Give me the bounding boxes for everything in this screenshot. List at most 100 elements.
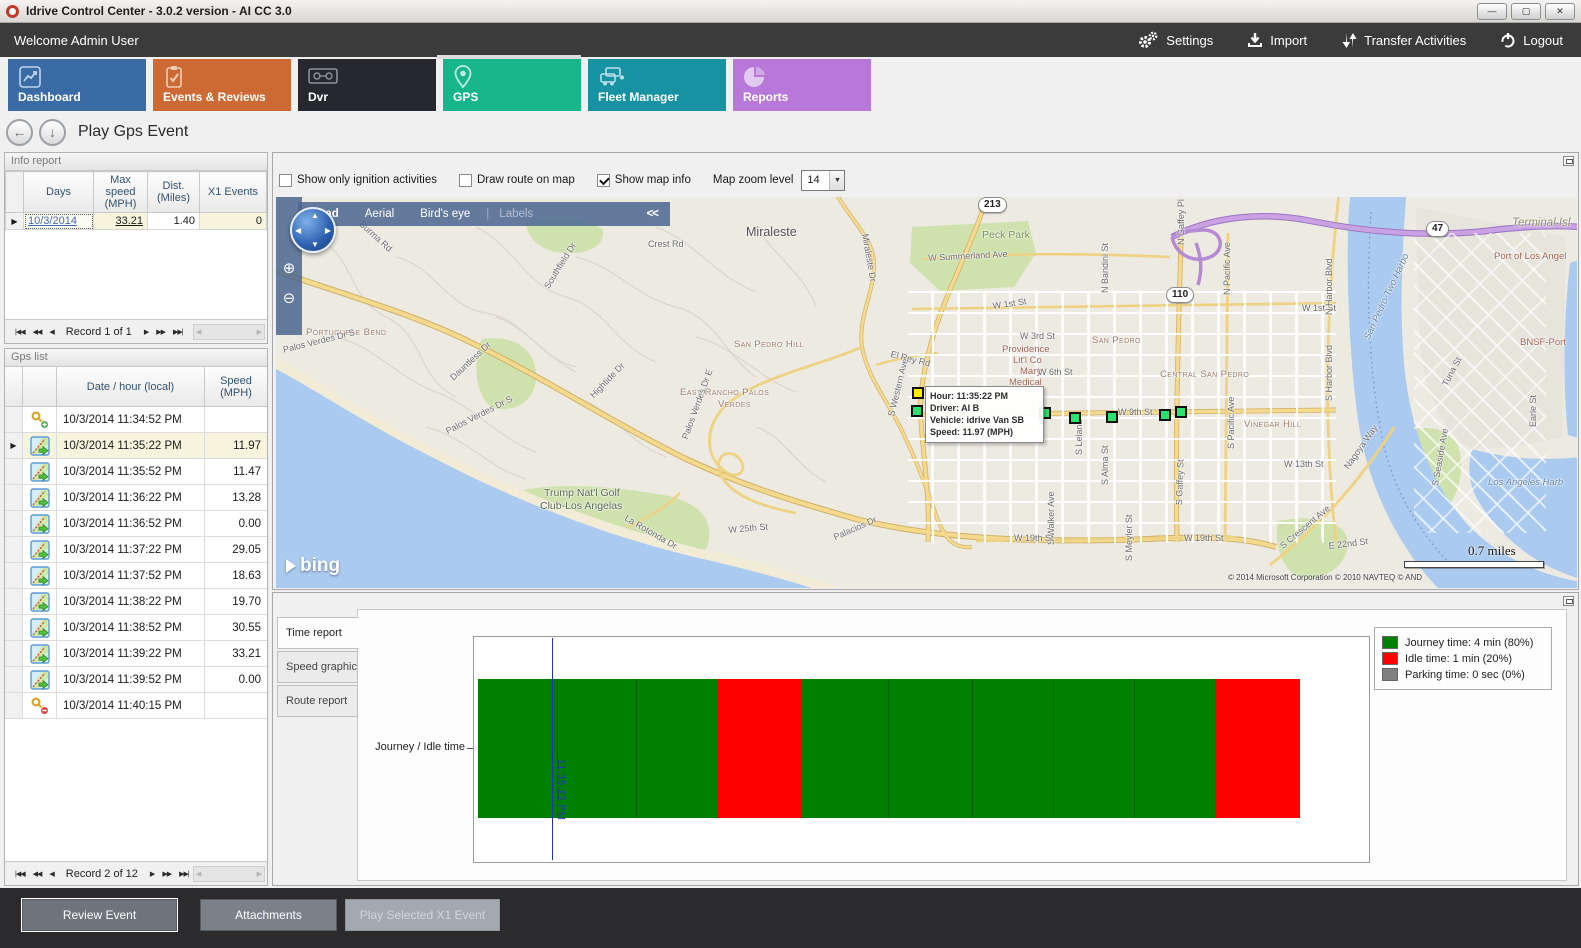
- bing-map[interactable]: Burma RdSouthfield DrCrest RdMiralesteMi…: [276, 197, 1577, 588]
- col-x1-events[interactable]: X1 Events: [200, 172, 267, 213]
- gps-date: 10/3/2014 11:39:22 PM: [57, 641, 205, 666]
- show-ignition-checkbox[interactable]: [279, 174, 292, 187]
- gps-date: 10/3/2014 11:37:52 PM: [57, 563, 205, 588]
- row-indicator: [5, 615, 23, 640]
- first-record-button[interactable]: |◀◀: [15, 870, 25, 878]
- map-style-aerial[interactable]: Aerial: [365, 208, 394, 220]
- route-start-marker[interactable]: [912, 387, 924, 399]
- logout-button[interactable]: Logout: [1500, 32, 1563, 48]
- settings-button[interactable]: Settings: [1137, 31, 1213, 49]
- back-button[interactable]: ←: [6, 119, 33, 146]
- col-days[interactable]: Days: [24, 172, 94, 213]
- down-button[interactable]: ↓: [39, 119, 66, 146]
- map-label: BNSF-Port: [1520, 337, 1566, 348]
- map-zoom-select[interactable]: 14 ▼: [801, 170, 845, 191]
- gps-list-row[interactable]: 10/3/2014 11:38:52 PM30.55: [5, 615, 267, 641]
- route-point-marker[interactable]: [911, 405, 923, 417]
- route-point-marker[interactable]: [1175, 406, 1187, 418]
- prev-page-button[interactable]: ◀◀: [33, 328, 42, 336]
- map-label: Terminal Isl: [1512, 217, 1570, 229]
- gps-point-icon: [23, 511, 57, 536]
- map-label: W 19th St: [1184, 533, 1224, 543]
- map-label: N Harbor Blvd: [1324, 258, 1334, 315]
- next-page-button[interactable]: ▶▶: [156, 328, 165, 336]
- map-label: Port of Los Angel: [1494, 251, 1566, 262]
- tab-time-report[interactable]: Time report: [277, 617, 359, 649]
- collapse-panel-button[interactable]: [1563, 596, 1574, 606]
- chart-legend: Journey time: 4 min (80%)Idle time: 1 mi…: [1374, 627, 1552, 690]
- zoom-in-button[interactable]: ⊕: [276, 259, 302, 283]
- info-report-row[interactable]: ▶ 10/3/2014 33.21 1.40 0: [6, 213, 267, 230]
- map-style-birdseye[interactable]: Bird's eye: [420, 208, 470, 220]
- zoom-out-button[interactable]: ⊖: [276, 289, 302, 313]
- gps-list-row[interactable]: 10/3/2014 11:36:52 PM0.00: [5, 511, 267, 537]
- gears-icon: [1137, 31, 1159, 49]
- map-bar-collapse-button[interactable]: <<: [647, 208, 658, 220]
- route-point-marker[interactable]: [1069, 412, 1081, 424]
- gps-list-row[interactable]: ▶10/3/2014 11:35:22 PM11.97: [5, 433, 267, 459]
- gps-list-row[interactable]: 10/3/2014 11:39:22 PM33.21: [5, 641, 267, 667]
- horizontal-scrollbar[interactable]: ◀▶: [193, 324, 265, 340]
- footer-bar: Review Event Attachments Play Selected X…: [0, 888, 1581, 948]
- collapse-panel-button[interactable]: [1563, 156, 1574, 166]
- close-button[interactable]: ✕: [1545, 3, 1575, 20]
- map-scale-bar: [1404, 561, 1544, 568]
- tab-fleet-manager[interactable]: Fleet Manager: [588, 59, 726, 111]
- prev-page-button[interactable]: ◀◀: [33, 870, 42, 878]
- minimize-button[interactable]: —: [1477, 3, 1507, 20]
- gps-list-row[interactable]: 10/3/2014 11:34:52 PM: [5, 407, 267, 433]
- gps-list-row[interactable]: 10/3/2014 11:37:52 PM18.63: [5, 563, 267, 589]
- next-record-button[interactable]: ▶: [150, 870, 154, 878]
- col-dist[interactable]: Dist. (Miles): [148, 172, 200, 213]
- draw-route-checkbox[interactable]: [459, 174, 472, 187]
- col-max-speed[interactable]: Max speed (MPH): [94, 172, 148, 213]
- gps-list-row[interactable]: 10/3/2014 11:40:15 PM: [5, 693, 267, 719]
- horizontal-scrollbar[interactable]: ◀▶: [193, 866, 265, 882]
- gps-point-icon: [23, 667, 57, 692]
- gps-list-panel: Gps list Date / hour (local) Speed (MPH)…: [4, 348, 268, 886]
- tab-speed-graphic[interactable]: Speed graphic: [277, 651, 358, 683]
- tab-dashboard[interactable]: Dashboard: [8, 59, 146, 111]
- map-style-labels[interactable]: Labels: [499, 208, 533, 220]
- next-page-button[interactable]: ▶▶: [162, 870, 171, 878]
- prev-record-button[interactable]: ◀: [49, 870, 53, 878]
- tab-gps[interactable]: GPS: [443, 59, 581, 111]
- gps-list-row[interactable]: 10/3/2014 11:35:52 PM11.47: [5, 459, 267, 485]
- bing-logo: bing: [286, 555, 340, 577]
- gps-point-icon: [23, 433, 57, 458]
- dist-value: 1.40: [148, 213, 200, 230]
- play-selected-x1-event-button[interactable]: Play Selected X1 Event: [345, 899, 500, 931]
- day-link[interactable]: 10/3/2014: [28, 215, 77, 227]
- attachments-button[interactable]: Attachments: [200, 899, 337, 931]
- gps-list-row[interactable]: 10/3/2014 11:37:22 PM29.05: [5, 537, 267, 563]
- route-point-marker[interactable]: [1159, 409, 1171, 421]
- first-record-button[interactable]: |◀◀: [15, 328, 25, 336]
- gps-point-icon: [23, 641, 57, 666]
- gps-list-row[interactable]: 10/3/2014 11:39:52 PM0.00: [5, 667, 267, 693]
- review-event-button[interactable]: Review Event: [22, 899, 177, 931]
- tab-route-report[interactable]: Route report: [277, 685, 358, 717]
- col-date-hour[interactable]: Date / hour (local): [57, 367, 205, 406]
- transfer-activities-button[interactable]: Transfer Activities: [1341, 32, 1466, 49]
- gps-list-row[interactable]: 10/3/2014 11:36:22 PM13.28: [5, 485, 267, 511]
- import-button[interactable]: Import: [1247, 32, 1307, 48]
- last-record-button[interactable]: ▶▶|: [179, 870, 189, 878]
- chart-row-label: Journey / Idle time: [333, 741, 465, 753]
- gps-list-row[interactable]: 10/3/2014 11:38:22 PM19.70: [5, 589, 267, 615]
- row-indicator: [5, 537, 23, 562]
- max-speed-value[interactable]: 33.21: [115, 215, 143, 227]
- col-speed[interactable]: Speed (MPH): [205, 367, 267, 406]
- tab-reports[interactable]: Reports: [733, 59, 871, 111]
- prev-record-button[interactable]: ◀: [49, 328, 53, 336]
- tab-events-reviews[interactable]: Events & Reviews: [153, 59, 291, 111]
- maximize-button[interactable]: ▢: [1511, 3, 1541, 20]
- map-compass-control[interactable]: ▲ ▼ ◀ ▶: [290, 207, 336, 253]
- row-indicator: [5, 407, 23, 432]
- next-record-button[interactable]: ▶: [144, 328, 148, 336]
- tab-dvr[interactable]: Dvr: [298, 59, 436, 111]
- title-bar: Idrive Control Center - 3.0.2 version - …: [0, 0, 1581, 23]
- last-record-button[interactable]: ▶▶|: [173, 328, 183, 336]
- show-map-info-checkbox[interactable]: [597, 174, 610, 187]
- route-point-marker[interactable]: [1106, 411, 1118, 423]
- map-label: S Leland: [1074, 419, 1084, 455]
